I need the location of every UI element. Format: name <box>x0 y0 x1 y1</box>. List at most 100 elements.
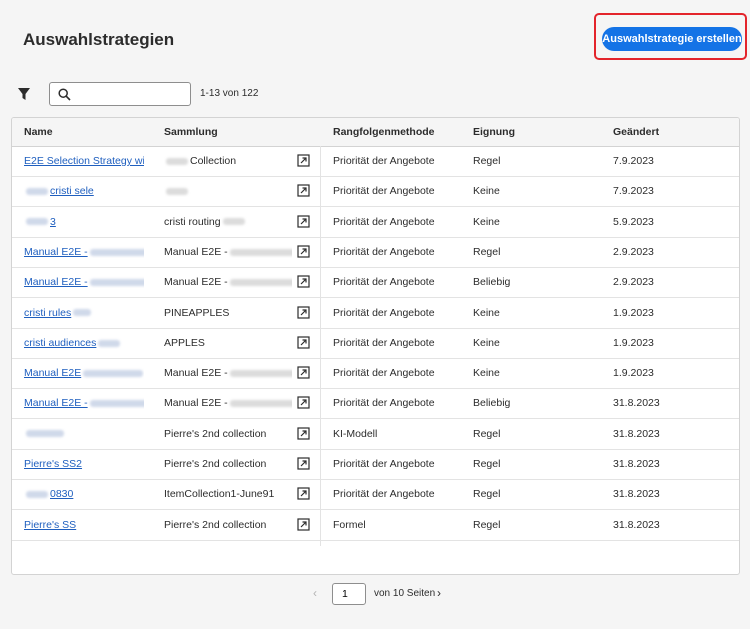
modified-date-cell: 1.9.2023 <box>613 306 654 319</box>
open-in-popover-icon[interactable] <box>297 154 310 167</box>
table-row[interactable]: Pierre's SS Pierre's 2nd collection Formel… <box>12 510 739 541</box>
modified-date-cell: 5.9.2023 <box>613 215 654 228</box>
open-in-popover-icon[interactable] <box>297 396 310 409</box>
chevron-left-icon[interactable]: ‹ <box>313 586 317 600</box>
eligibility-cell: Regel <box>473 155 501 167</box>
collection-cell: cristi routing <box>164 216 292 228</box>
open-in-popover-icon[interactable] <box>297 214 310 228</box>
strategy-name-link[interactable]: Manual E2E -- BC <box>24 397 144 409</box>
open-in-popover-icon[interactable] <box>297 487 310 500</box>
strategy-name-link[interactable]: cristi rules <box>24 307 144 319</box>
open-in-popover-icon[interactable] <box>297 427 310 440</box>
column-header-collection[interactable]: Sammlung <box>164 126 218 138</box>
strategy-name-link[interactable]: Pierre's SS <box>24 519 144 531</box>
modified-date-cell: 2.9.2023 <box>613 276 654 289</box>
selection-strategies-table: Name Sammlung Rangfolgenmethode Eignung … <box>11 117 740 575</box>
modified-date-cell: 7.9.2023 <box>613 185 654 198</box>
eligibility-cell: Keine <box>473 185 500 198</box>
strategy-name-link[interactable]: Manual E2E -- Fre <box>24 246 144 258</box>
open-in-popover-icon[interactable] <box>297 305 310 319</box>
ranking-method-cell: Priorität der Angebote <box>333 488 435 501</box>
table-row[interactable]: Manual E2E- Se Manual E2E -- ... Priorität… <box>12 358 739 390</box>
collection-cell: Manual E2E -- ... <box>164 276 292 288</box>
column-header-eligibility[interactable]: Eignung <box>473 126 515 138</box>
create-selection-strategy-button[interactable]: Auswahlstrategie erstellen <box>602 27 742 51</box>
table-row[interactable]: Manual E2E -- Fre Manual E2E - Priorität d… <box>12 237 739 268</box>
page-total: von 10 Seiten <box>374 588 436 599</box>
chevron-right-icon[interactable]: › <box>437 586 441 600</box>
collection-cell: Pierre's 2nd collection <box>164 458 267 470</box>
strategy-name-link[interactable]: cristi sele <box>24 185 144 197</box>
collection-cell: Manual E2E - <box>164 246 292 258</box>
eligibility-cell: Keine <box>473 306 500 319</box>
table-row[interactable]: cristi rules PINEAPPLES Priorität der Ange… <box>12 298 739 329</box>
ranking-method-cell: Priorität der Angebote <box>333 458 435 470</box>
ranking-method-cell: KI-Modell <box>333 427 378 440</box>
open-in-popover-icon[interactable] <box>297 184 310 197</box>
ranking-method-cell: Priorität der Angebote <box>333 185 435 198</box>
table-row[interactable]: E2E Selection Strategy with I Collection P… <box>12 146 739 177</box>
collection-cell: Manual E2E -- ... <box>164 397 292 409</box>
open-in-popover-icon[interactable] <box>297 245 310 258</box>
column-header-ranking-method[interactable]: Rangfolgenmethode <box>333 126 435 138</box>
eligibility-cell: Beliebig <box>473 397 511 410</box>
column-header-modified[interactable]: Geändert <box>613 126 659 138</box>
eligibility-cell: Regel <box>473 518 501 531</box>
filter-icon[interactable] <box>16 86 32 102</box>
table-row[interactable]: cristi sele Priorität der Angebote Keine 7.… <box>12 176 739 208</box>
strategy-name-link[interactable]: 0830 <box>24 488 144 500</box>
open-in-popover-icon[interactable] <box>297 457 310 470</box>
table-row[interactable]: 3 cristi routing Priorität der Angebote Kei… <box>12 207 739 238</box>
strategy-name-link[interactable]: Pierre's SS2 <box>24 458 144 470</box>
ranking-method-cell: Priorität der Angebote <box>333 276 435 289</box>
open-in-popover-icon[interactable] <box>297 336 310 349</box>
modified-date-cell: 31.8.2023 <box>613 458 660 470</box>
collection-cell: Pierre's 2nd collection <box>164 518 267 531</box>
eligibility-cell: Regel <box>473 458 501 470</box>
ranking-method-cell: Formel <box>333 518 366 531</box>
collection-cell: ItemCollection1-June91 <box>164 488 275 501</box>
open-in-popover-icon[interactable] <box>297 517 310 531</box>
modified-date-cell: 7.9.2023 <box>613 155 654 167</box>
modified-date-cell: 31.8.2023 <box>613 518 660 531</box>
page-number-input[interactable] <box>332 583 366 605</box>
collection-cell <box>164 185 292 197</box>
strategy-name-link[interactable]: Manual E2E- Se <box>24 367 144 379</box>
modified-date-cell: 2.9.2023 <box>613 245 654 258</box>
search-field[interactable] <box>49 82 191 106</box>
ranking-method-cell: Priorität der Angebote <box>333 397 435 410</box>
modified-date-cell: 31.8.2023 <box>613 488 660 501</box>
eligibility-cell: Keine <box>473 336 500 349</box>
modified-date-cell: 1.9.2023 <box>613 336 654 349</box>
table-row[interactable]: cristi audiences APPLES Priorität der Ange… <box>12 328 739 359</box>
eligibility-cell: Keine <box>473 215 500 228</box>
modified-date-cell: 31.8.2023 <box>613 397 660 410</box>
strategy-name-link[interactable]: cristi audiences <box>24 337 144 349</box>
eligibility-cell: Regel <box>473 488 501 501</box>
table-row[interactable]: Manual E2E -- BC Manual E2E -- ... Priorit… <box>12 388 739 420</box>
strategy-name-link[interactable]: 3 <box>24 216 144 228</box>
search-input[interactable] <box>78 85 190 105</box>
strategy-name-link[interactable] <box>24 428 144 440</box>
table-row[interactable]: Pierre's 2nd collection KI-Modell Regel 31.… <box>12 419 739 450</box>
collection-cell: PINEAPPLES <box>164 306 230 319</box>
eligibility-cell: Beliebig <box>473 276 511 289</box>
open-in-popover-icon[interactable] <box>297 275 310 288</box>
table-row[interactable]: Pierre's SS2 Pierre's 2nd collection Prior… <box>12 449 739 480</box>
open-in-popover-icon[interactable] <box>297 366 310 379</box>
collection-cell: Pierre's 2nd collection <box>164 427 267 440</box>
modified-date-cell: 31.8.2023 <box>613 427 660 440</box>
eligibility-cell: Regel <box>473 427 501 440</box>
ranking-method-cell: Priorität der Angebote <box>333 215 435 228</box>
table-header: Name Sammlung Rangfolgenmethode Eignung … <box>12 118 739 147</box>
result-count: 1-13 von 122 <box>200 88 259 99</box>
table-row[interactable]: Manual E2E -- Ea Manual E2E -- ... Priorit… <box>12 267 739 299</box>
ranking-method-cell: Priorität der Angebote <box>333 367 435 380</box>
ranking-method-cell: Priorität der Angebote <box>333 336 435 349</box>
collection-cell: Manual E2E -- ... <box>164 367 292 379</box>
table-row[interactable]: 0830 ItemCollection1-June91 Priorität der … <box>12 479 739 511</box>
ranking-method-cell: Priorität der Angebote <box>333 155 435 167</box>
column-header-name[interactable]: Name <box>24 126 53 138</box>
strategy-name-link[interactable]: E2E Selection Strategy with I <box>24 155 144 167</box>
strategy-name-link[interactable]: Manual E2E -- Ea <box>24 276 144 288</box>
